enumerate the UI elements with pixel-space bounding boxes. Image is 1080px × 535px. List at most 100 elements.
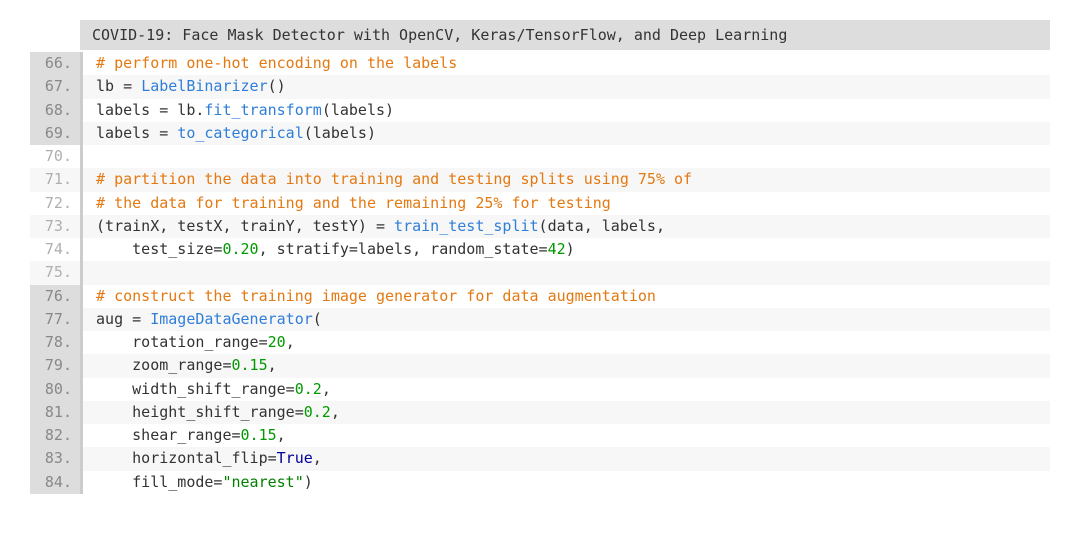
code-content[interactable]: horizontal_flip=True, bbox=[80, 447, 1050, 470]
code-content[interactable] bbox=[80, 145, 1050, 168]
code-token: "nearest" bbox=[222, 473, 303, 491]
code-line: 70. bbox=[30, 145, 1050, 168]
code-token: 0.15 bbox=[241, 426, 277, 444]
code-token: # perform one-hot encoding on the labels bbox=[96, 54, 457, 72]
code-line: 69. labels = to_categorical(labels) bbox=[30, 122, 1050, 145]
line-number: 84. bbox=[30, 471, 80, 494]
code-token: # partition the data into training and t… bbox=[96, 170, 692, 188]
code-token: lb = bbox=[96, 77, 141, 95]
code-content[interactable]: # partition the data into training and t… bbox=[80, 168, 1050, 191]
code-content[interactable]: fill_mode="nearest") bbox=[80, 471, 1050, 494]
code-line: 67. lb = LabelBinarizer() bbox=[30, 75, 1050, 98]
code-line: 80. width_shift_range=0.2, bbox=[30, 378, 1050, 401]
code-line: 66. # perform one-hot encoding on the la… bbox=[30, 52, 1050, 75]
code-token: , bbox=[268, 356, 277, 374]
code-title-text: COVID-19: Face Mask Detector with OpenCV… bbox=[92, 26, 787, 44]
code-line: 77. aug = ImageDataGenerator( bbox=[30, 308, 1050, 331]
code-token: (labels) bbox=[322, 101, 394, 119]
code-token: (labels) bbox=[304, 124, 376, 142]
code-token: ImageDataGenerator bbox=[150, 310, 313, 328]
line-number: 71. bbox=[30, 168, 80, 191]
code-token: ( bbox=[313, 310, 322, 328]
code-token: width_shift_range= bbox=[96, 380, 295, 398]
line-number: 75. bbox=[30, 261, 80, 284]
code-token: 20 bbox=[268, 333, 286, 351]
code-line: 76. # construct the training image gener… bbox=[30, 285, 1050, 308]
code-token: , bbox=[277, 426, 286, 444]
line-number: 79. bbox=[30, 354, 80, 377]
code-line: 83. horizontal_flip=True, bbox=[30, 447, 1050, 470]
code-content[interactable]: lb = LabelBinarizer() bbox=[80, 75, 1050, 98]
line-number: 80. bbox=[30, 378, 80, 401]
code-token: , bbox=[313, 449, 322, 467]
line-number: 72. bbox=[30, 192, 80, 215]
line-number: 68. bbox=[30, 99, 80, 122]
code-line: 75. bbox=[30, 261, 1050, 284]
code-token: ) bbox=[304, 473, 313, 491]
code-content[interactable]: (trainX, testX, trainY, testY) = train_t… bbox=[80, 215, 1050, 238]
line-number: 70. bbox=[30, 145, 80, 168]
code-content[interactable]: # the data for training and the remainin… bbox=[80, 192, 1050, 215]
code-token: labels = bbox=[96, 124, 177, 142]
code-content[interactable]: # construct the training image generator… bbox=[80, 285, 1050, 308]
code-content[interactable]: # perform one-hot encoding on the labels bbox=[80, 52, 1050, 75]
code-line: 73. (trainX, testX, trainY, testY) = tra… bbox=[30, 215, 1050, 238]
code-token: zoom_range= bbox=[96, 356, 231, 374]
code-token: labels = lb. bbox=[96, 101, 204, 119]
code-token: # construct the training image generator… bbox=[96, 287, 656, 305]
code-line: 68. labels = lb.fit_transform(labels) bbox=[30, 99, 1050, 122]
code-token: , bbox=[322, 380, 331, 398]
code-content[interactable]: labels = to_categorical(labels) bbox=[80, 122, 1050, 145]
code-token: (data, labels, bbox=[539, 217, 665, 235]
code-token: ) bbox=[566, 240, 575, 258]
code-token: fit_transform bbox=[204, 101, 321, 119]
line-number: 78. bbox=[30, 331, 80, 354]
code-token: train_test_split bbox=[394, 217, 539, 235]
line-number: 74. bbox=[30, 238, 80, 261]
line-number: 66. bbox=[30, 52, 80, 75]
code-token: 0.2 bbox=[295, 380, 322, 398]
line-number: 77. bbox=[30, 308, 80, 331]
line-number: 73. bbox=[30, 215, 80, 238]
line-number: 76. bbox=[30, 285, 80, 308]
code-line: 74. test_size=0.20, stratify=labels, ran… bbox=[30, 238, 1050, 261]
code-line: 81. height_shift_range=0.2, bbox=[30, 401, 1050, 424]
line-number: 83. bbox=[30, 447, 80, 470]
line-number: 81. bbox=[30, 401, 80, 424]
code-token: 0.20 bbox=[222, 240, 258, 258]
code-line: 71. # partition the data into training a… bbox=[30, 168, 1050, 191]
code-content[interactable]: test_size=0.20, stratify=labels, random_… bbox=[80, 238, 1050, 261]
code-token: # the data for training and the remainin… bbox=[96, 194, 611, 212]
code-content[interactable]: shear_range=0.15, bbox=[80, 424, 1050, 447]
code-content[interactable] bbox=[80, 261, 1050, 284]
code-line: 79. zoom_range=0.15, bbox=[30, 354, 1050, 377]
code-content[interactable]: aug = ImageDataGenerator( bbox=[80, 308, 1050, 331]
code-content[interactable]: height_shift_range=0.2, bbox=[80, 401, 1050, 424]
code-token: , bbox=[286, 333, 295, 351]
code-token: 0.15 bbox=[232, 356, 268, 374]
code-token: , stratify=labels, random_state= bbox=[259, 240, 548, 258]
code-token: to_categorical bbox=[177, 124, 303, 142]
code-token: LabelBinarizer bbox=[141, 77, 267, 95]
code-token: 0.2 bbox=[304, 403, 331, 421]
line-number: 82. bbox=[30, 424, 80, 447]
code-token: fill_mode= bbox=[96, 473, 222, 491]
code-content[interactable]: zoom_range=0.15, bbox=[80, 354, 1050, 377]
code-line: 72. # the data for training and the rema… bbox=[30, 192, 1050, 215]
code-token: test_size= bbox=[96, 240, 222, 258]
code-token: shear_range= bbox=[96, 426, 241, 444]
code-token: rotation_range= bbox=[96, 333, 268, 351]
code-content[interactable]: rotation_range=20, bbox=[80, 331, 1050, 354]
code-line: 84. fill_mode="nearest") bbox=[30, 471, 1050, 494]
code-block[interactable]: 66. # perform one-hot encoding on the la… bbox=[30, 52, 1050, 494]
code-token: height_shift_range= bbox=[96, 403, 304, 421]
code-line: 78. rotation_range=20, bbox=[30, 331, 1050, 354]
code-token: horizontal_flip= bbox=[96, 449, 277, 467]
code-token: aug = bbox=[96, 310, 150, 328]
code-content[interactable]: labels = lb.fit_transform(labels) bbox=[80, 99, 1050, 122]
code-content[interactable]: width_shift_range=0.2, bbox=[80, 378, 1050, 401]
code-line: 82. shear_range=0.15, bbox=[30, 424, 1050, 447]
code-token: 42 bbox=[548, 240, 566, 258]
code-token: () bbox=[268, 77, 286, 95]
code-token: (trainX, testX, trainY, testY) = bbox=[96, 217, 394, 235]
